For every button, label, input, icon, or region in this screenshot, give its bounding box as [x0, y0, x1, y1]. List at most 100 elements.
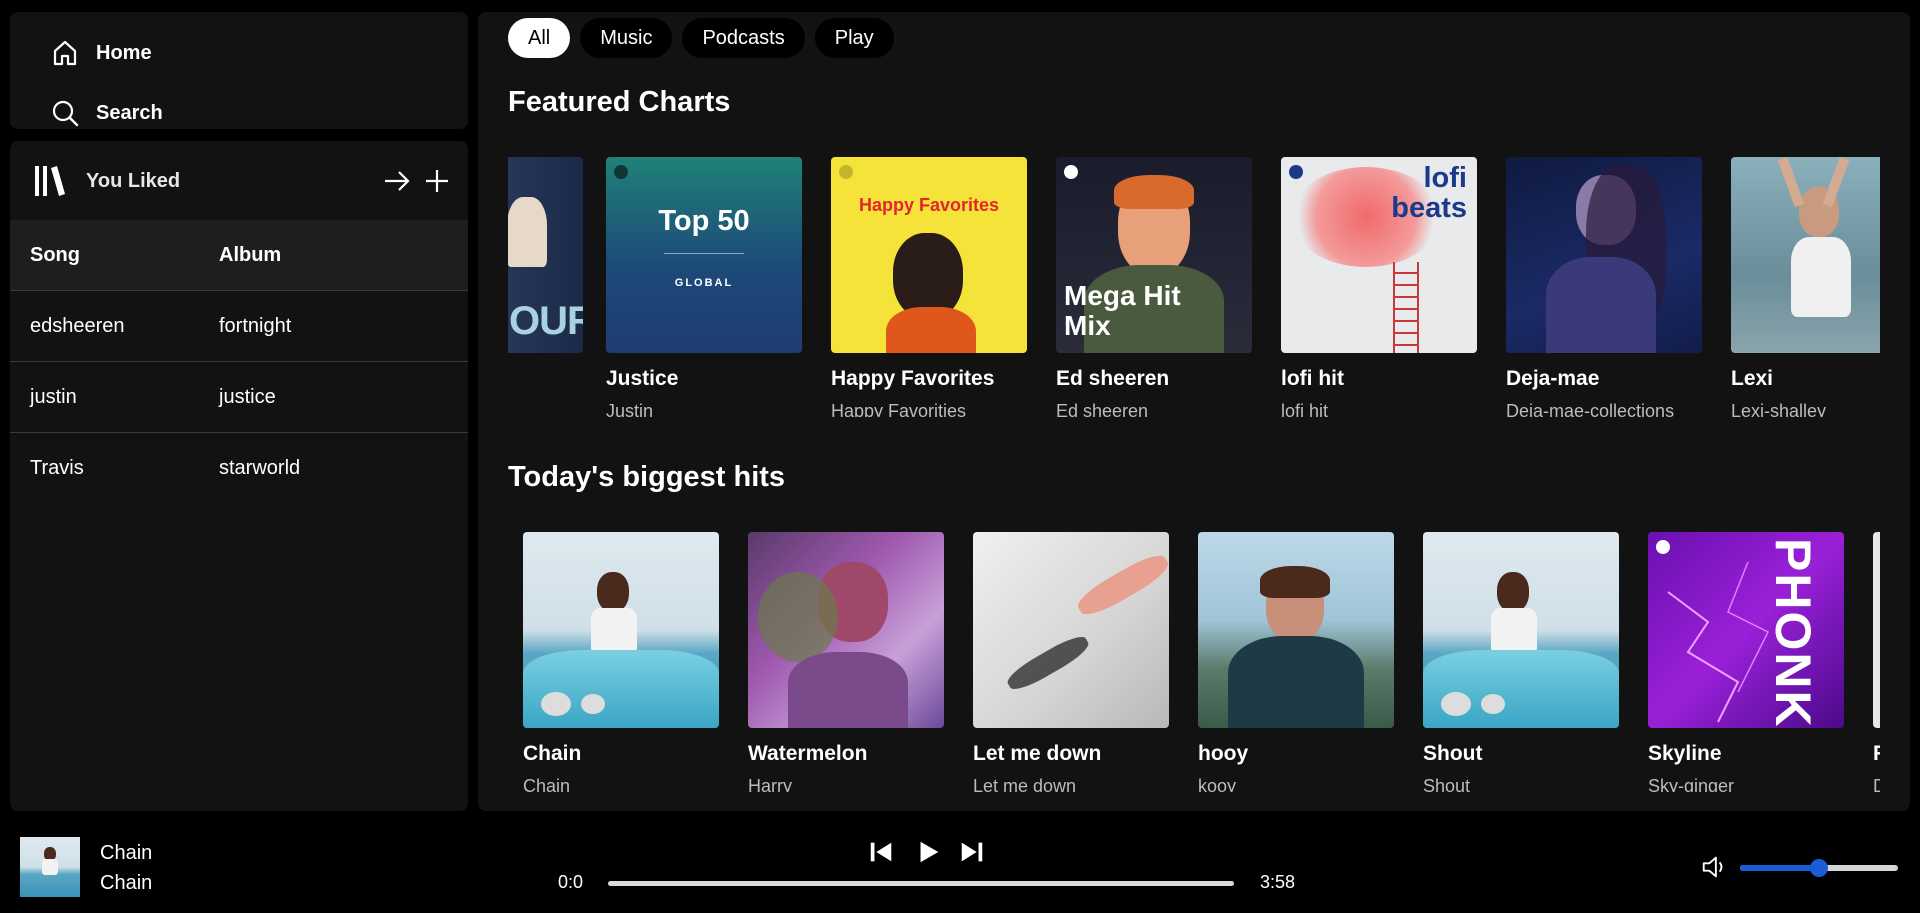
card-subtitle: Lexi-shalley	[1731, 401, 1827, 417]
table-row[interactable]: Travis starworld	[10, 433, 468, 504]
library-header: You Liked	[32, 163, 452, 199]
card-title: Shout	[1423, 742, 1483, 765]
album-cover: Mega Hit Mix	[1056, 157, 1252, 353]
chart-card[interactable]: OUR	[508, 157, 583, 353]
now-playing-title[interactable]: Chain	[100, 842, 152, 865]
album-cell: starworld	[219, 457, 301, 479]
card-title: Happy Favorites	[831, 367, 995, 390]
volume-slider[interactable]	[1740, 859, 1898, 877]
nav-home[interactable]: Home	[50, 38, 152, 68]
todays-biggest-hits-row: Chain Chain Watermelon Harry Let me down…	[508, 532, 1880, 792]
volume-icon[interactable]	[1700, 853, 1730, 883]
chart-card[interactable]: Happy Favorites Happy Favorites Happy Fa…	[831, 157, 1027, 417]
filter-podcasts[interactable]: Podcasts	[682, 18, 805, 58]
table-row[interactable]: justin justice	[10, 362, 468, 433]
arrow-right-icon[interactable]	[382, 166, 412, 196]
hit-card[interactable]: Let me down Let me down	[973, 532, 1169, 792]
card-title: Justice	[606, 367, 679, 390]
spotify-icon	[614, 165, 628, 179]
previous-button[interactable]	[866, 837, 896, 867]
card-subtitle: Deja-mae-collections	[1506, 401, 1675, 417]
sidebar-nav: Home Search	[10, 12, 468, 129]
table-header: Song Album	[10, 220, 468, 291]
album-cover: OUR	[508, 157, 583, 353]
filter-music[interactable]: Music	[580, 18, 673, 58]
search-icon	[50, 98, 80, 128]
hit-card[interactable]: hooy kooy	[1198, 532, 1394, 792]
card-title: hooy	[1198, 742, 1249, 765]
card-title: Lexi	[1731, 367, 1774, 390]
album-cover	[1198, 532, 1394, 728]
now-playing-artist[interactable]: Chain	[100, 872, 152, 895]
album-cover: Happy Favorites	[831, 157, 1027, 353]
spotify-icon	[1064, 165, 1078, 179]
nav-search-label: Search	[96, 101, 163, 124]
chart-card[interactable]: Deja-mae Deja-mae-collections	[1506, 157, 1702, 417]
volume-knob[interactable]	[1810, 859, 1828, 877]
cover-text: Top 50	[658, 205, 750, 237]
home-icon	[50, 38, 80, 68]
cover-text: Mega Hit Mix	[1064, 280, 1181, 341]
table-row[interactable]: edsheeren fortnight	[10, 291, 468, 362]
next-button[interactable]	[957, 837, 987, 867]
cover-subtext: GLOBAL	[674, 277, 734, 289]
play-icon	[920, 841, 939, 863]
card-title: Watermelon	[748, 742, 868, 765]
hit-card[interactable]: Chain Chain	[523, 532, 719, 792]
album-cover	[1873, 532, 1880, 728]
album-cover	[1423, 532, 1619, 728]
hit-card[interactable]: F D	[1873, 532, 1880, 792]
hit-card[interactable]: PHONK Skyline Sky-ginger	[1648, 532, 1844, 792]
album-cell: fortnight	[219, 314, 292, 337]
album-cover: lofi beats	[1281, 157, 1477, 353]
album-cover	[973, 532, 1169, 728]
card-title: Skyline	[1648, 742, 1722, 765]
card-subtitle: Justin	[606, 401, 654, 417]
filter-play[interactable]: Play	[814, 18, 894, 58]
card-title: Ed sheeren	[1056, 367, 1170, 390]
cover-text: PHONK	[1765, 538, 1821, 728]
plus-icon[interactable]	[422, 166, 452, 196]
volume-fill	[1740, 865, 1819, 871]
card-subtitle: Let me down	[973, 776, 1077, 792]
card-title: lofi hit	[1281, 367, 1344, 390]
chart-card[interactable]: Mega Hit Mix Ed sheeren Ed sheeren	[1056, 157, 1252, 417]
song-cell: justin	[30, 385, 77, 408]
album-cover	[1506, 157, 1702, 353]
featured-charts-row: OUR Top 50 GLOBAL Justice Justin Happy F…	[508, 157, 1880, 417]
featured-charts-title: Featured Charts	[508, 86, 731, 118]
play-button[interactable]	[913, 837, 943, 867]
card-title: Chain	[523, 742, 582, 765]
filter-chips: All Music Podcasts Play	[508, 18, 894, 58]
chart-card[interactable]: Top 50 GLOBAL Justice Justin	[606, 157, 802, 417]
column-album: Album	[219, 243, 282, 266]
library-panel: You Liked Song Album edsheeren fortnight…	[10, 141, 468, 811]
song-cell: Travis	[30, 457, 84, 479]
card-subtitle: Ed sheeren	[1056, 401, 1149, 417]
album-cover: Top 50 GLOBAL	[606, 157, 802, 353]
current-time: 0:0	[558, 872, 584, 892]
chart-card[interactable]: lofi beats lofi hit lofi hit	[1281, 157, 1477, 417]
album-cover	[748, 532, 944, 728]
song-cell: edsheeren	[30, 314, 125, 337]
cover-text: OUR	[509, 299, 583, 343]
card-subtitle: kooy	[1198, 776, 1237, 792]
cover-text: lofi beats	[1391, 162, 1467, 224]
library-icon[interactable]	[32, 163, 68, 199]
chart-card[interactable]: Lexi Lexi-shalley	[1731, 157, 1880, 417]
library-title: You Liked	[86, 169, 181, 192]
progress-bar[interactable]	[608, 881, 1234, 886]
skip-back-icon	[870, 842, 892, 862]
now-playing-cover[interactable]	[20, 837, 80, 897]
spotify-icon	[1289, 165, 1303, 179]
hit-card[interactable]: Watermelon Harry	[748, 532, 944, 792]
nav-search[interactable]: Search	[50, 98, 163, 128]
album-cover	[1731, 157, 1880, 353]
card-subtitle: Harry	[748, 776, 792, 792]
cover-text: Happy Favorites	[859, 195, 1000, 215]
card-subtitle: Sky-ginger	[1648, 776, 1735, 792]
skip-forward-icon	[961, 842, 983, 862]
nav-home-label: Home	[96, 41, 152, 64]
hit-card[interactable]: Shout Shout	[1423, 532, 1619, 792]
filter-all[interactable]: All	[508, 18, 571, 58]
